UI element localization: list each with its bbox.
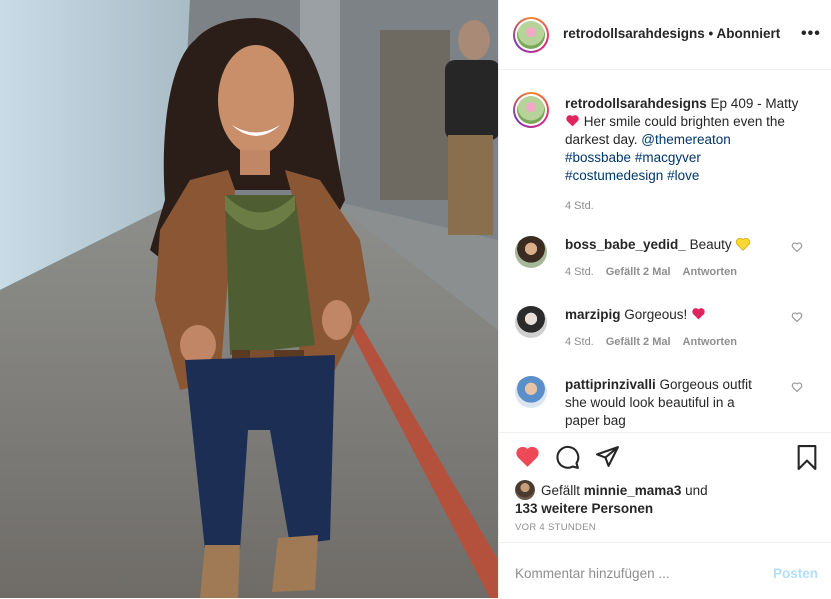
hashtag-costumedesign[interactable]: #costumedesign	[565, 168, 663, 183]
liker-username[interactable]: minnie_mama3	[584, 483, 682, 498]
caption-time[interactable]: 4 Std.	[565, 200, 594, 212]
comment-time[interactable]: 4 Std.	[565, 266, 594, 278]
comment-time[interactable]: 4 Std.	[565, 336, 594, 348]
comment-meta: 4 Std. Gefällt 2 Mal Antworten	[565, 336, 749, 348]
caption-text-1: Ep 409 - Matty	[706, 96, 799, 111]
post-caption: retrodollsarahdesigns Ep 409 - Matty Her…	[565, 95, 815, 185]
likes-prefix: Gefällt	[541, 483, 584, 498]
comment-username[interactable]: pattiprinzivalli	[565, 377, 656, 392]
heart-emoji-icon	[692, 308, 705, 320]
caption-mention[interactable]: @themereaton	[641, 132, 731, 147]
comment-avatar[interactable]	[515, 236, 547, 268]
add-comment-bar: Kommentar hinzufügen ... Posten	[499, 542, 831, 599]
comment-body: Gorgeous!	[620, 307, 692, 322]
post-image	[0, 0, 498, 598]
liker-avatar[interactable]	[515, 480, 535, 500]
header-separator: •	[704, 26, 717, 41]
post-time-ago[interactable]: VOR 4 STUNDEN	[515, 522, 596, 533]
comment-meta: 4 Std. Gefällt 2 Mal Antworten	[565, 266, 749, 278]
author-avatar[interactable]	[513, 17, 549, 53]
hashtag-bossbabe[interactable]: #bossbabe	[565, 150, 631, 165]
comment-input[interactable]: Kommentar hinzufügen ...	[515, 566, 670, 581]
author-header: retrodollsarahdesigns • Abonniert	[563, 26, 780, 41]
post-actions: Gefällt minnie_mama3 und 133 weitere Per…	[499, 432, 831, 543]
comment-reply[interactable]: Antworten	[683, 266, 737, 278]
post-header: retrodollsarahdesigns • Abonniert •••	[499, 0, 831, 70]
comment-avatar[interactable]	[515, 306, 547, 338]
comment-like-heart-icon[interactable]	[791, 381, 803, 393]
comment-item: pattiprinzivalli Gorgeous outfit she wou…	[515, 376, 815, 430]
comment-icon[interactable]	[555, 445, 580, 470]
comment-text: pattiprinzivalli Gorgeous outfit she wou…	[565, 376, 770, 430]
likes-summary: Gefällt minnie_mama3 und 133 weitere Per…	[515, 480, 735, 518]
heart-emoji-icon	[566, 115, 579, 127]
comment-body: Beauty	[685, 237, 736, 252]
yellow-heart-emoji-icon	[736, 237, 751, 251]
comment-likes[interactable]: Gefällt 2 Mal	[606, 336, 671, 348]
post-photo[interactable]	[0, 0, 498, 598]
comment-likes[interactable]: Gefällt 2 Mal	[606, 266, 671, 278]
post-panel: retrodollsarahdesigns • Abonniert ••• re…	[498, 0, 831, 598]
author-username[interactable]: retrodollsarahdesigns	[563, 26, 705, 41]
share-icon[interactable]	[595, 445, 620, 468]
post-button[interactable]: Posten	[773, 566, 818, 581]
hashtag-macgyver[interactable]: #macgyver	[635, 150, 701, 165]
caption-avatar[interactable]	[513, 92, 549, 128]
comment-text: boss_babe_yedid_ Beauty	[565, 236, 770, 254]
comment-username[interactable]: boss_babe_yedid_	[565, 237, 686, 252]
more-icon[interactable]: •••	[801, 25, 821, 43]
comment-reply[interactable]: Antworten	[683, 336, 737, 348]
comment-like-heart-icon[interactable]	[791, 241, 803, 253]
bookmark-icon[interactable]	[796, 445, 818, 470]
comment-text: marzipig Gorgeous!	[565, 306, 770, 324]
caption-username[interactable]: retrodollsarahdesigns	[565, 96, 707, 111]
likes-middle: und	[681, 483, 708, 498]
hashtag-love[interactable]: #love	[667, 168, 699, 183]
heart-icon[interactable]	[515, 445, 540, 468]
comment-like-heart-icon[interactable]	[791, 311, 803, 323]
comment-avatar[interactable]	[515, 376, 547, 408]
follow-status[interactable]: Abonniert	[717, 26, 781, 41]
comment-username[interactable]: marzipig	[565, 307, 621, 322]
likes-others[interactable]: 133 weitere Personen	[515, 501, 653, 516]
